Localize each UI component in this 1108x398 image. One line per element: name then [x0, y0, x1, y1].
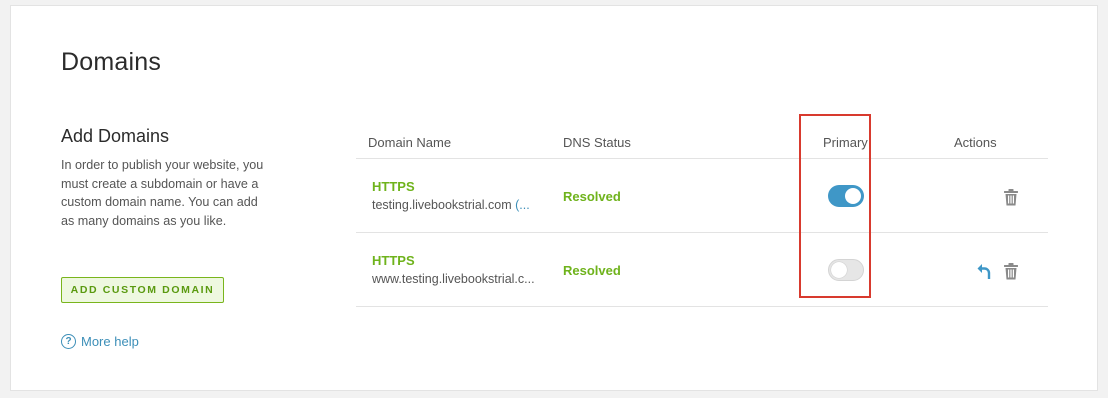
protocol-label: HTTPS: [372, 179, 415, 194]
domain-suffix: (...: [515, 198, 530, 212]
header-actions: Actions: [954, 135, 997, 150]
more-help-link[interactable]: ? More help: [61, 334, 139, 349]
add-custom-domain-button[interactable]: ADD CUSTOM DOMAIN: [61, 277, 224, 303]
table-row: HTTPS testing.livebookstrial.com (... Re…: [356, 159, 1048, 233]
dns-status: Resolved: [563, 189, 621, 204]
help-icon: ?: [61, 334, 76, 349]
domains-card: Domains Add Domains In order to publish …: [10, 5, 1098, 391]
table-row: HTTPS www.testing.livebookstrial.c... Re…: [356, 233, 1048, 307]
header-dns-status: DNS Status: [563, 135, 631, 150]
trash-icon[interactable]: [1002, 261, 1020, 281]
protocol-label: HTTPS: [372, 253, 415, 268]
header-domain-name: Domain Name: [368, 135, 452, 150]
trash-icon[interactable]: [1002, 187, 1020, 207]
add-domains-title: Add Domains: [61, 126, 170, 146]
domain-name[interactable]: www.testing.livebookstrial.c...: [372, 272, 535, 286]
domain-name[interactable]: testing.livebookstrial.com (...: [372, 198, 530, 212]
table-header: Domain Name DNS Status Primary Actions: [356, 126, 1048, 159]
page-title: Domains: [61, 48, 162, 76]
domains-table: Domain Name DNS Status Primary Actions H…: [356, 126, 1048, 307]
add-domains-description: In order to publish your website, you mu…: [61, 158, 264, 228]
undo-icon[interactable]: [975, 261, 993, 281]
more-help-label: More help: [81, 334, 139, 349]
dns-status: Resolved: [563, 263, 621, 278]
primary-column-highlight: [799, 114, 871, 298]
